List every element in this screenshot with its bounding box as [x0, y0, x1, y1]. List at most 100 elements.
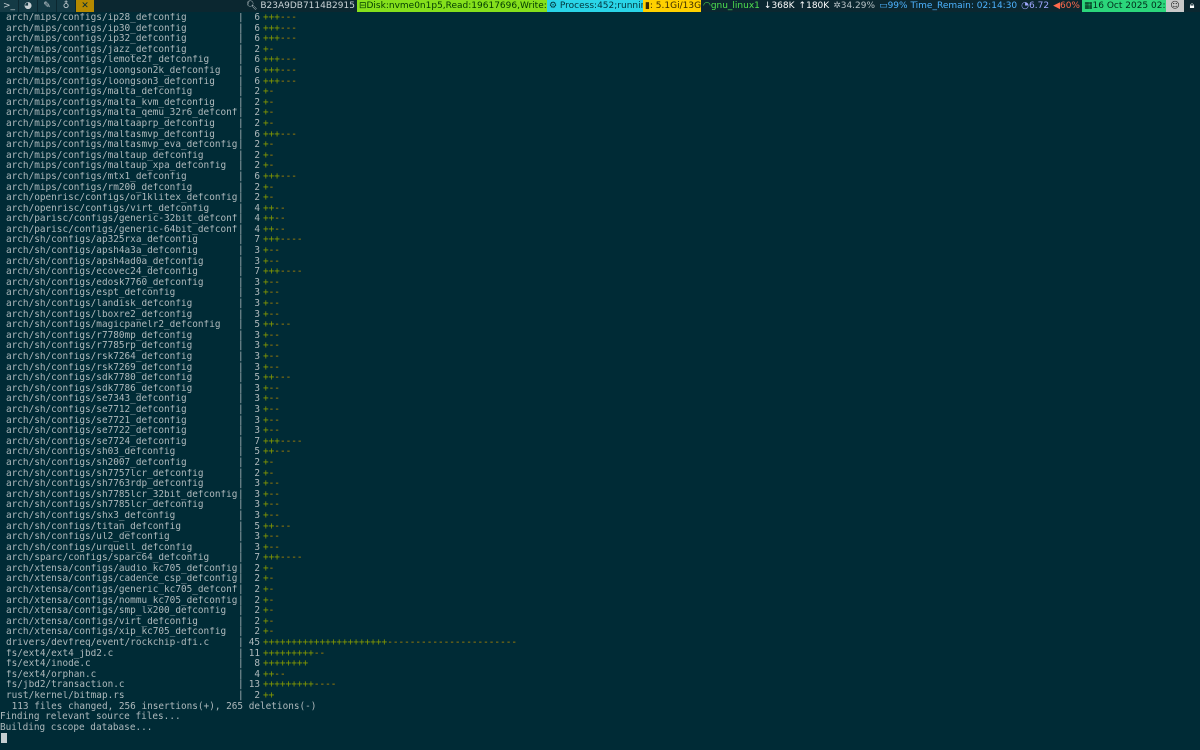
- load-indicator: ◔6.72: [1019, 0, 1051, 12]
- disk-indicator: ⊟Disk:nvme0n1p5,Read:19617696,Write:8962…: [356, 0, 547, 12]
- diffstat-row: arch/mips/configs/mtx1_defconfig | 6 +++ ---: [0, 170, 1200, 183]
- diffstat-row: arch/sh/configs/sh03_defconfig | 5 ++ ---: [0, 447, 1200, 458]
- diffstat-row: arch/openrisc/configs/or1klitex_defconfi…: [0, 192, 1200, 204]
- deletions-bar: ---: [279, 75, 297, 87]
- diffstat-row: arch/sh/configs/sh7757lcr_defconfig | 2 + -: [0, 468, 1200, 480]
- diffstat-row: arch/mips/configs/maltaaprp_defconfig | 2 +…: [0, 117, 1200, 130]
- diffstat-row: arch/sh/configs/sdk7786_defconfig | 3 + --: [0, 383, 1200, 395]
- tray-app-icon[interactable]: ☺: [1166, 0, 1184, 12]
- memory-indicator: ▮: 5.1Gi/13Gi: [642, 0, 701, 12]
- upload-arrow-icon: ↑: [798, 1, 807, 11]
- file-path: arch/xtensa/configs/generic_kc705_defcon…: [6, 585, 238, 596]
- memory-text: : 5.1Gi/13Gi: [649, 1, 701, 11]
- file-path: arch/sh/configs/r7780mp_defconfig: [6, 330, 193, 341]
- insertions-bar: ++: [263, 690, 275, 701]
- workspace-3-editor-icon[interactable]: ✎: [38, 0, 57, 12]
- hostname-text: B23A9DB7114B2915: [260, 1, 355, 11]
- load-text: 6.72: [1029, 1, 1050, 11]
- file-path: arch/sh/configs/se7721_defconfig: [6, 415, 187, 426]
- file-path: arch/sh/configs/se7712_defconfig: [6, 404, 187, 415]
- file-path: arch/mips/configs/malta_defconfig: [6, 87, 193, 98]
- diffstat-row: arch/sh/configs/edosk7760_defconfig | 3 + --: [0, 277, 1200, 289]
- file-path: drivers/devfreq/event/rockchip-dfi.c: [6, 638, 210, 649]
- file-path: arch/sh/configs/sdk7786_defconfig: [6, 383, 193, 394]
- deletions-bar: --: [268, 351, 280, 362]
- file-path: arch/sh/configs/landisk_defconfig: [6, 299, 193, 310]
- diffstat-row: arch/sh/configs/se7343_defconfig | 3 + --: [0, 394, 1200, 405]
- volume-text: 60%: [1059, 1, 1080, 11]
- deletions-bar: -----------------------: [387, 637, 518, 649]
- workspace-4-linux-icon[interactable]: ♁: [57, 0, 76, 12]
- file-path: arch/xtensa/configs/smp_lx200_defconfig: [6, 606, 227, 617]
- tray-lock-icon[interactable]: 🔒︎: [1184, 0, 1200, 12]
- diffstat-row: fs/ext4/orphan.c | 4 ++ --: [0, 669, 1200, 681]
- cpu-icon: ✲: [833, 1, 841, 11]
- file-path: arch/sh/configs/magicpanelr2_defconfig: [6, 320, 221, 331]
- change-count: 2: [254, 117, 260, 129]
- file-path: arch/sh/configs/shx3_defconfig: [6, 510, 176, 521]
- diffstat-row: fs/jbd2/transaction.c | 13 +++++++++ ----: [0, 680, 1200, 691]
- file-path: arch/parisc/configs/generic-64bit_defcon…: [6, 224, 238, 235]
- prompt-line[interactable]: [0, 733, 1200, 744]
- change-count: 2: [254, 690, 260, 701]
- diffstat-row: arch/mips/configs/maltaup_defconfig | 2 + -: [0, 150, 1200, 162]
- deletions-bar: ---: [279, 13, 297, 23]
- file-path: fs/jbd2/transaction.c: [6, 680, 125, 691]
- file-path: arch/sh/configs/sh7785lcr_32bit_defconfi…: [6, 489, 238, 500]
- diffstat-row: arch/mips/configs/malta_defconfig | 2 + -: [0, 87, 1200, 98]
- diffstat-row: arch/mips/configs/rm200_defconfig | 2 + -: [0, 182, 1200, 194]
- hostname-indicator: 🔍︎ B23A9DB7114B2915: [244, 0, 357, 12]
- diffstat-row: arch/parisc/configs/generic-32bit_defcon…: [0, 214, 1200, 225]
- file-path: arch/sh/configs/se7722_defconfig: [6, 426, 187, 437]
- change-count: 6: [254, 13, 260, 23]
- file-path: arch/sh/configs/sh7785lcr_defconfig: [6, 500, 204, 511]
- process-icon: ⚙: [548, 1, 558, 11]
- change-count: 3: [254, 509, 260, 521]
- diffstat-row: arch/xtensa/configs/xip_kc705_defconfig |…: [0, 627, 1200, 638]
- battery-icon: ▭: [879, 1, 888, 11]
- file-path: arch/mips/configs/ip32_defconfig: [6, 34, 187, 45]
- workspace-5-tools-icon[interactable]: ✕: [76, 0, 95, 12]
- file-path: fs/ext4/orphan.c: [6, 669, 97, 680]
- change-count: 2: [254, 456, 260, 468]
- file-path: arch/sh/configs/urquell_defconfig: [6, 542, 193, 553]
- diffstat-row: arch/mips/configs/ip28_defconfig | 6 +++ ---: [0, 13, 1200, 24]
- file-path: arch/mips/configs/jazz_defconfig: [6, 44, 187, 55]
- diffstat-row: arch/sh/configs/sh7763rdp_defconfig | 3 + --: [0, 479, 1200, 490]
- terminal-output[interactable]: arch/mips/configs/ip28_defconfig | 6 +++ ---…: [0, 13, 1200, 750]
- file-path: arch/mips/configs/ip30_defconfig: [6, 23, 187, 34]
- workspace-2-firefox-icon[interactable]: ◕: [19, 0, 38, 12]
- diffstat-row: arch/sparc/configs/sparc64_defconfig | 7 ++…: [0, 553, 1200, 564]
- diffstat-row: arch/sh/configs/r7780mp_defconfig | 3 + --: [0, 330, 1200, 342]
- diffstat-row: arch/mips/configs/maltasmvp_eva_defconfi…: [0, 140, 1200, 151]
- deletions-bar: ---: [279, 170, 297, 182]
- status-bar: >_ ◕ ✎ ♁ ✕ 🔍︎ B23A9DB7114B2915 ⊟Disk:nvme0n1…: [0, 0, 1200, 12]
- diffstat-row: arch/mips/configs/malta_qemu_32r6_defcon…: [0, 108, 1200, 119]
- speaker-icon: ◀: [1053, 1, 1060, 11]
- file-path: arch/sh/configs/se7724_defconfig: [6, 436, 187, 447]
- file-path: arch/sh/configs/rsk7269_defconfig: [6, 362, 193, 373]
- date-indicator: ▦16 Oct 2025 02:30 Thu: [1082, 0, 1166, 12]
- file-path: arch/sh/configs/sh2007_defconfig: [6, 457, 187, 468]
- diffstat-row: arch/mips/configs/loongson2k_defconfig | 6…: [0, 65, 1200, 77]
- diffstat-row: arch/xtensa/configs/smp_lx200_defconfig |…: [0, 606, 1200, 617]
- diffstat-row: arch/mips/configs/ip32_defconfig | 6 +++ ---: [0, 34, 1200, 45]
- file-path: fs/ext4/inode.c: [6, 659, 91, 670]
- process-text: Process:452;running:2: [559, 1, 643, 11]
- diffstat-row: arch/mips/configs/malta_kvm_defconfig | 2 +…: [0, 97, 1200, 109]
- file-path: arch/xtensa/configs/xip_kc705_defconfig: [6, 627, 227, 638]
- diffstat-row: arch/mips/configs/maltasmvp_defconfig | 6 +…: [0, 129, 1200, 141]
- deletions-bar: ----: [279, 552, 303, 564]
- diffstat-row: rust/kernel/bitmap.rs | 2 ++: [0, 690, 1200, 702]
- file-path: arch/sh/configs/espt_defconfig: [6, 288, 176, 299]
- file-path: arch/xtensa/configs/nommu_kc705_defconfi…: [6, 595, 238, 606]
- disk-text: Disk:nvme0n1p5,Read:19617696,Write:89626…: [366, 1, 547, 11]
- workspace-1-terminal-icon[interactable]: >_: [0, 0, 19, 12]
- file-path: arch/xtensa/configs/audio_kc705_defconfi…: [6, 563, 238, 574]
- file-path: arch/parisc/configs/generic-32bit_defcon…: [6, 214, 238, 225]
- deletions-bar: ----: [279, 266, 303, 278]
- network-indicator: ◠gnu_linux1: [701, 0, 762, 12]
- upload-text: 180K: [806, 1, 830, 11]
- diffstat-row: arch/xtensa/configs/cadence_csp_defconfi…: [0, 574, 1200, 585]
- deletions-bar: --: [268, 509, 280, 521]
